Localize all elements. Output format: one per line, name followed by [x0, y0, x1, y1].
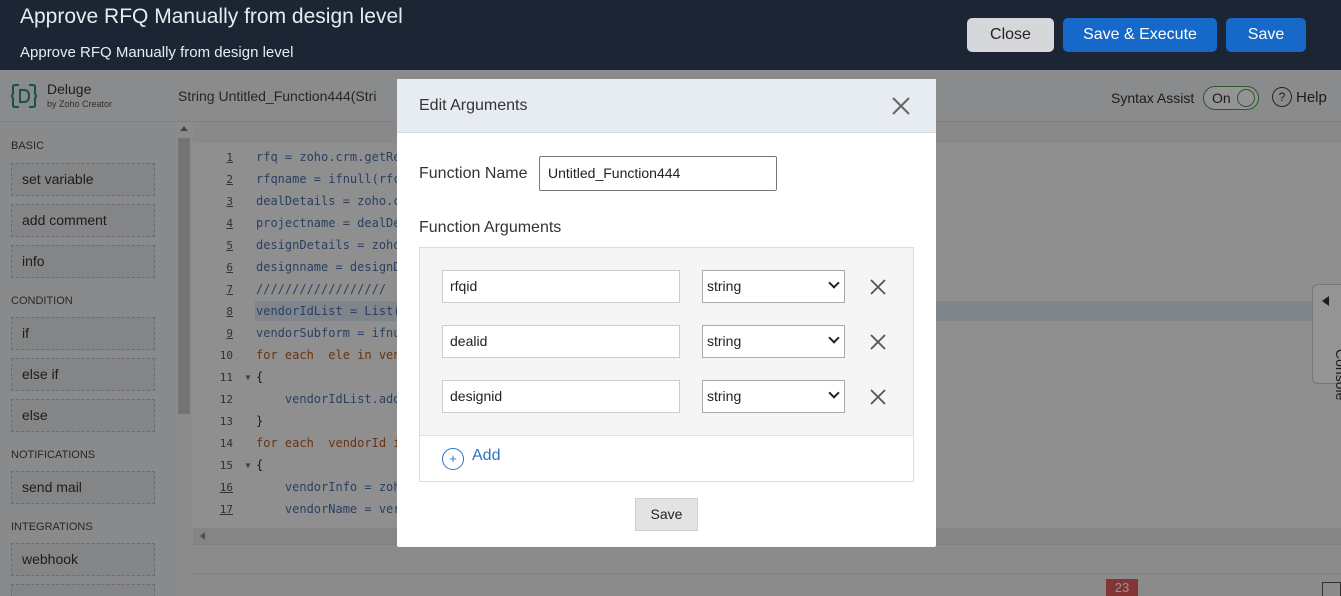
page-subtitle: Approve RFQ Manually from design level [20, 44, 294, 61]
argument-type-select[interactable]: string [702, 380, 845, 413]
close-button[interactable]: Close [967, 18, 1054, 52]
add-icon[interactable]: + [442, 448, 464, 470]
function-name-label: Function Name [419, 165, 528, 182]
chevron-down-icon [828, 332, 840, 344]
page-title: Approve RFQ Manually from design level [20, 5, 403, 28]
add-argument-link[interactable]: Add [472, 447, 500, 465]
remove-argument-icon[interactable] [869, 388, 887, 406]
function-name-input[interactable]: Untitled_Function444 [539, 156, 777, 191]
chevron-down-icon [828, 387, 840, 399]
save-execute-button[interactable]: Save & Execute [1063, 18, 1217, 52]
argument-type-value: string [707, 278, 742, 294]
remove-argument-icon[interactable] [869, 278, 887, 296]
save-button[interactable]: Save [1226, 18, 1306, 52]
arguments-list: rfqid string dealid string designid stri… [419, 247, 914, 482]
dialog-save-button[interactable]: Save [635, 498, 698, 531]
argument-type-select[interactable]: string [702, 325, 845, 358]
argument-name-input[interactable]: dealid [442, 325, 680, 358]
close-icon[interactable] [891, 96, 911, 116]
argument-type-value: string [707, 388, 742, 404]
remove-argument-icon[interactable] [869, 333, 887, 351]
argument-name-input[interactable]: designid [442, 380, 680, 413]
argument-type-value: string [707, 333, 742, 349]
argument-name-input[interactable]: rfqid [442, 270, 680, 303]
chevron-down-icon [828, 277, 840, 289]
edit-arguments-dialog: Edit Arguments Function Name Untitled_Fu… [397, 79, 936, 547]
dialog-title: Edit Arguments [419, 97, 528, 114]
dialog-header: Edit Arguments [397, 79, 936, 133]
header-bar: Approve RFQ Manually from design level A… [0, 0, 1341, 70]
function-arguments-label: Function Arguments [419, 219, 562, 236]
arguments-rows: rfqid string dealid string designid stri… [420, 248, 913, 436]
argument-type-select[interactable]: string [702, 270, 845, 303]
